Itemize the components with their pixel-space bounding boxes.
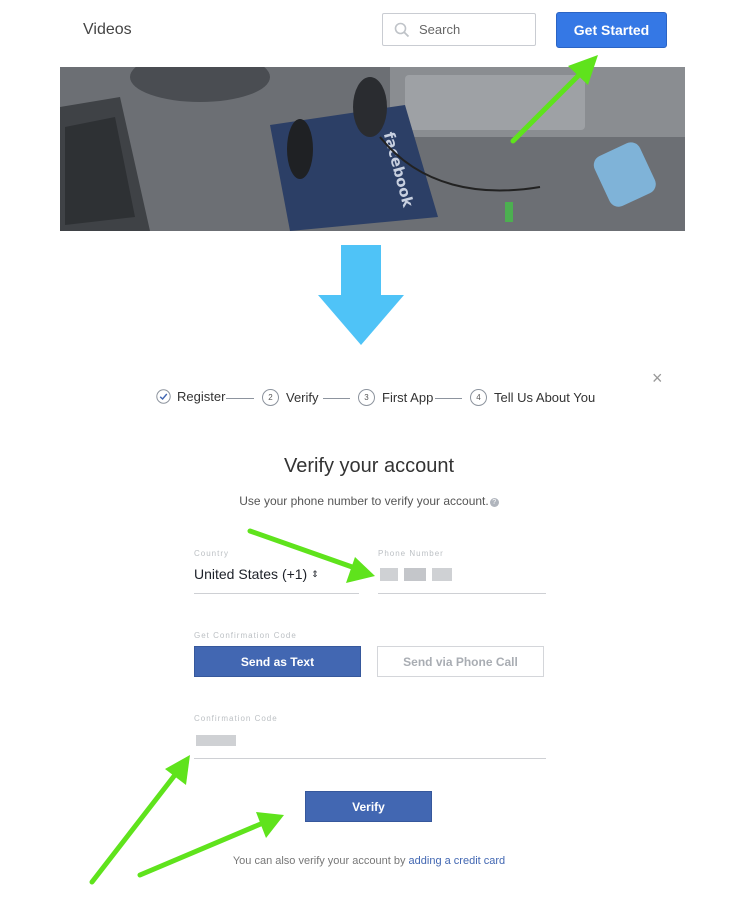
phone-underline: [378, 593, 546, 594]
step-label: First App: [382, 390, 434, 405]
search-input[interactable]: Search: [382, 13, 536, 46]
modal-title: Verify your account: [283, 455, 455, 477]
phone-input[interactable]: [378, 565, 546, 591]
confirmation-code-label: Confirmation Code: [194, 714, 278, 723]
redacted-phone-block: [404, 568, 426, 581]
phone-label: Phone Number: [378, 549, 444, 558]
search-icon: [394, 22, 410, 43]
nav-videos-link[interactable]: Videos: [83, 21, 132, 39]
step-number: 2: [262, 389, 279, 406]
confirmation-section-label: Get Confirmation Code: [194, 631, 297, 640]
step-divider: [226, 398, 254, 399]
step-divider: [323, 398, 350, 399]
step-verify: 2 Verify: [262, 389, 319, 406]
footnote-text: You can also verify your account by: [232, 855, 409, 867]
confirmation-code-input[interactable]: [194, 732, 546, 756]
alternate-verification-note: You can also verify your account by addi…: [0, 855, 738, 867]
country-underline: [194, 593, 359, 594]
redacted-phone-block: [432, 568, 452, 581]
flow-down-arrow-icon: [318, 245, 404, 350]
redacted-phone-block: [380, 568, 398, 581]
step-label: Register: [177, 389, 226, 404]
hero-image: facebook: [60, 67, 685, 231]
chevron-updown-icon: ⇕: [311, 568, 319, 579]
subtitle-text: Use your phone number to verify your acc…: [239, 494, 489, 508]
modal-subtitle: Use your phone number to verify your acc…: [0, 494, 738, 508]
country-label: Country: [194, 549, 230, 558]
step-first-app: 3 First App: [358, 389, 433, 406]
country-select[interactable]: United States (+1) ⇕: [194, 566, 319, 582]
step-label: Tell Us About You: [494, 390, 596, 405]
search-placeholder: Search: [419, 22, 461, 37]
step-divider: [435, 398, 462, 399]
verify-button[interactable]: Verify: [305, 791, 432, 822]
step-register: Register: [156, 389, 225, 404]
step-number: 4: [470, 389, 487, 406]
add-credit-card-link[interactable]: adding a credit card: [409, 855, 506, 867]
help-icon[interactable]: ?: [489, 498, 499, 507]
send-as-text-button[interactable]: Send as Text: [194, 646, 361, 677]
step-tell-us: 4 Tell Us About You: [470, 389, 595, 406]
redacted-code-block: [196, 735, 236, 746]
send-via-phone-call-button[interactable]: Send via Phone Call: [377, 646, 544, 677]
country-value: United States (+1): [194, 566, 308, 582]
step-number: 3: [358, 389, 375, 406]
step-label: Verify: [286, 390, 319, 405]
check-circle-icon: [156, 389, 171, 404]
get-started-button[interactable]: Get Started: [556, 12, 667, 48]
close-icon[interactable]: ×: [652, 368, 663, 389]
code-underline: [194, 758, 546, 759]
